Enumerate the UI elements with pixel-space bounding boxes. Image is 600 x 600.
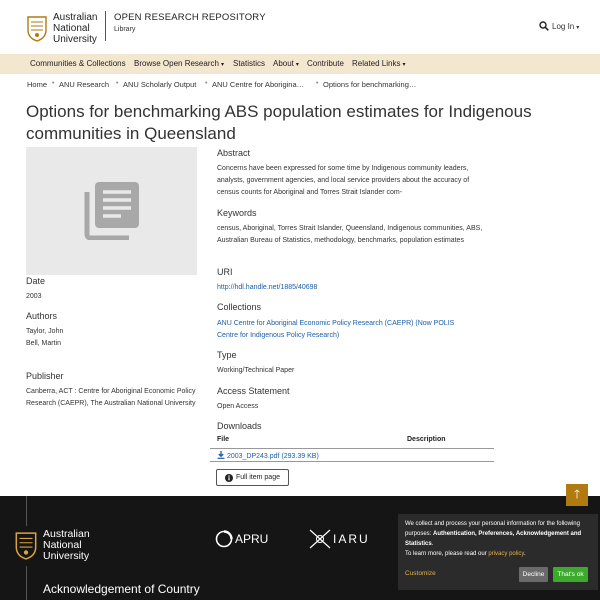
access-statement-value: Open Access — [217, 403, 259, 410]
item-thumbnail — [26, 147, 197, 275]
abstract-label: Abstract — [217, 148, 251, 158]
nav-related-links[interactable]: Related Links ▾ — [352, 59, 406, 68]
breadcrumb-separator: • — [52, 80, 55, 87]
abstract-text: Concerns have been expressed for some ti… — [217, 165, 470, 196]
nav-communities-collections[interactable]: Communities & Collections — [30, 59, 126, 68]
breadcrumb-caepr[interactable]: ANU Centre for Aborigina… — [212, 80, 304, 89]
breadcrumb-separator: • — [205, 80, 208, 87]
downloads-col-description: Description — [407, 436, 446, 443]
nav-browse-open-research[interactable]: Browse Open Research ▾ — [134, 59, 224, 68]
publisher-label: Publisher — [26, 371, 64, 381]
repository-title[interactable]: OPEN RESEARCH REPOSITORY — [114, 12, 266, 23]
cookie-consent-banner: We collect and process your personal inf… — [398, 514, 598, 590]
arrow-up-icon: 🡑 — [573, 486, 581, 501]
login-button[interactable]: Log In ▾ — [552, 22, 579, 31]
footer-anu-logo[interactable]: Australian National University — [15, 529, 90, 562]
nav-about[interactable]: About ▾ — [273, 59, 299, 68]
repository-subtitle: Library — [114, 26, 136, 33]
uri-label: URI — [217, 267, 233, 277]
chevron-down-icon: ▾ — [295, 62, 299, 68]
nav-contribute[interactable]: Contribute — [307, 59, 344, 68]
document-icon — [84, 182, 139, 240]
iaru-emblem-icon — [309, 529, 331, 549]
back-to-top-button[interactable]: 🡑 — [566, 484, 588, 506]
main-navbar: Communities & Collections Browse Open Re… — [0, 54, 600, 74]
downloads-label: Downloads — [217, 421, 262, 431]
chevron-down-icon: ▾ — [576, 25, 580, 31]
author-item[interactable]: Bell, Martin — [26, 338, 61, 350]
footer-divider — [26, 496, 27, 526]
downloads-col-file: File — [217, 436, 230, 443]
anu-logo[interactable]: Australian National University — [27, 12, 97, 45]
author-item[interactable]: Taylor, John — [26, 326, 63, 338]
breadcrumb-separator: • — [116, 80, 119, 87]
acknowledgement-of-country: Acknowledgement of Country — [43, 582, 200, 596]
cookie-consent-text: We collect and process your personal inf… — [405, 521, 582, 557]
cookie-decline-button[interactable]: Decline — [519, 567, 548, 582]
search-icon[interactable] — [539, 21, 549, 31]
authors-label: Authors — [26, 311, 58, 321]
cookie-customize-link[interactable]: Customize — [405, 570, 436, 577]
cookie-accept-button[interactable]: That's ok — [553, 567, 588, 582]
footer-anu-wordmark: Australian National University — [43, 528, 90, 562]
privacy-policy-link[interactable]: privacy policy — [488, 551, 524, 557]
date-value: 2003 — [26, 293, 42, 300]
chevron-down-icon: ▾ — [220, 62, 224, 68]
footer-divider — [26, 566, 27, 600]
info-icon — [225, 473, 234, 482]
collection-link[interactable]: ANU Centre for Aboriginal Economic Polic… — [217, 318, 477, 342]
publisher-value: Canberra, ACT : Centre for Aboriginal Ec… — [26, 388, 196, 407]
full-item-page-button[interactable]: Full item page — [216, 469, 289, 486]
type-label: Type — [217, 350, 237, 360]
breadcrumb-anu-research[interactable]: ANU Research — [59, 80, 109, 89]
breadcrumb-separator: • — [316, 80, 319, 87]
header-divider — [105, 11, 106, 41]
apru-logo[interactable]: APRU — [215, 530, 268, 548]
download-icon — [217, 451, 225, 459]
breadcrumb-home[interactable]: Home — [27, 80, 47, 89]
chevron-down-icon: ▾ — [402, 62, 406, 68]
table-divider — [210, 461, 494, 462]
download-file-link[interactable]: 2003_DP243.pdf (293.39 KB) — [217, 451, 319, 460]
access-statement-label: Access Statement — [217, 386, 290, 396]
anu-wordmark: Australian National University — [53, 12, 98, 45]
uri-link[interactable]: http://hdl.handle.net/1885/40698 — [217, 282, 492, 294]
iaru-logo[interactable]: IARU — [309, 529, 370, 549]
page-title: Options for benchmarking ABS population … — [26, 102, 532, 143]
breadcrumb-current: Options for benchmarking… — [323, 80, 417, 89]
anu-crest-icon — [27, 15, 47, 42]
collections-label: Collections — [217, 302, 262, 312]
anu-crest-icon — [15, 531, 37, 560]
type-value: Working/Technical Paper — [217, 367, 295, 374]
table-divider — [210, 448, 494, 449]
site-header: Australian National University OPEN RESE… — [0, 0, 600, 54]
nav-statistics[interactable]: Statistics — [233, 59, 265, 68]
keywords-label: Keywords — [217, 208, 257, 218]
date-label: Date — [26, 276, 46, 286]
apru-emblem-icon — [215, 530, 233, 548]
keywords-value: census, Aboriginal, Torres Strait Island… — [217, 225, 483, 244]
breadcrumb-scholarly-output[interactable]: ANU Scholarly Output — [123, 80, 196, 89]
